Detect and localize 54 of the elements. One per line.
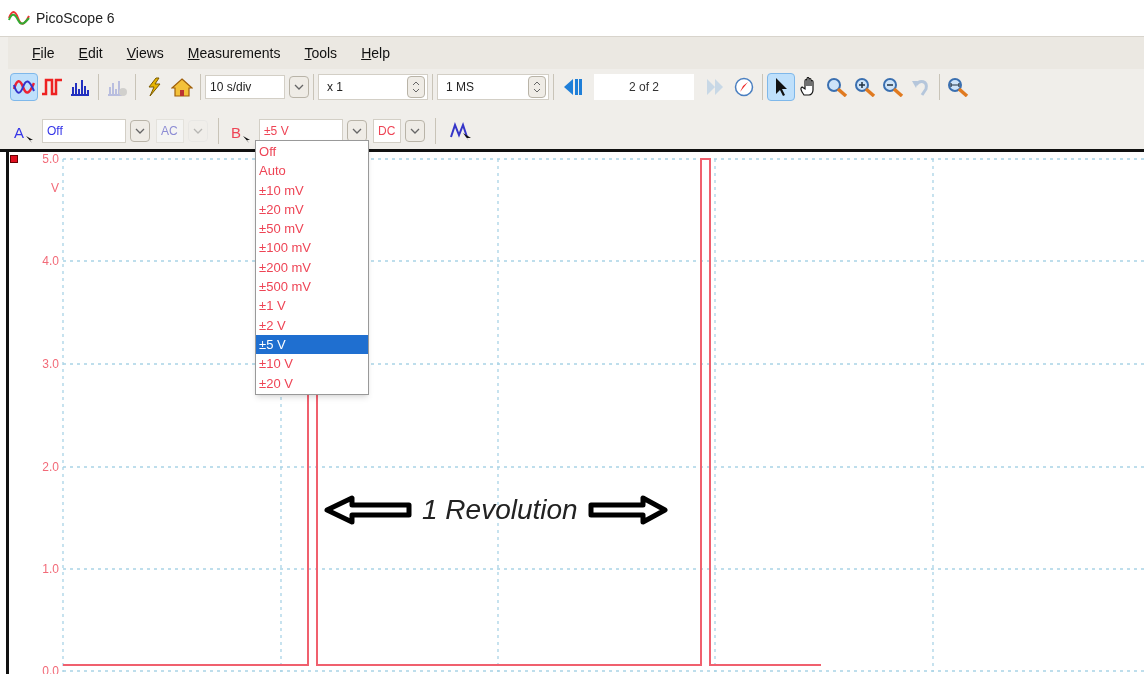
channel-button[interactable]: B (229, 118, 254, 144)
select-field[interactable]: ±5 V (259, 119, 344, 143)
axis-label: 4.0 (41, 254, 59, 268)
dropdown-option[interactable]: ±20 V (256, 373, 369, 393)
dropdown-option[interactable]: ±200 mV (256, 257, 369, 278)
select-field[interactable]: DC (373, 119, 402, 143)
select-field[interactable]: 10 s/div (205, 75, 285, 99)
magnifier-icon (826, 77, 848, 97)
compass-icon (733, 77, 755, 97)
menu-item[interactable]: Edit (78, 42, 103, 64)
menu-item[interactable]: Measurements (187, 42, 281, 64)
app-logo-icon (8, 10, 30, 26)
spin-field[interactable]: x 1 (318, 74, 428, 100)
dropdown-button[interactable] (347, 120, 368, 142)
spin-arrows-icon (412, 80, 420, 94)
dropdown-option[interactable]: ±10 V (256, 354, 369, 374)
left-arrow-icon (324, 495, 412, 525)
menu-item[interactable]: File (32, 42, 55, 64)
toolbar-button[interactable] (767, 73, 795, 101)
dropdown-option[interactable]: ±2 V (256, 315, 369, 335)
dropdown-option[interactable]: ±100 mV (256, 238, 369, 258)
dropdown-option[interactable]: Auto (256, 161, 369, 181)
sine-wave-icon (13, 77, 35, 97)
dropdown-option[interactable]: ±5 V (256, 334, 369, 355)
axis-unit: V (50, 180, 59, 197)
menu-item[interactable]: Help (361, 42, 390, 64)
bar-chart-icon (69, 77, 91, 97)
select-field[interactable]: Off (42, 119, 126, 143)
axis-label: 1.0 (41, 562, 59, 576)
window-title: PicoScope 6 (36, 8, 115, 28)
axis-label: 3.0 (41, 357, 59, 371)
dropdown-option[interactable]: ±500 mV (256, 277, 369, 297)
dropdown-option[interactable]: Off (256, 142, 369, 162)
toolbar-button[interactable] (10, 73, 38, 101)
channel-marker-icon (10, 155, 18, 163)
spin-arrows-icon (533, 80, 541, 94)
right-arrow-icon (587, 495, 668, 525)
home-icon (171, 77, 193, 97)
axis-label: 5.0 (41, 152, 59, 166)
dropdown-option[interactable]: ±1 V (256, 296, 369, 316)
dropdown-option[interactable]: ±50 mV (256, 219, 369, 239)
zoom-in-icon (854, 77, 876, 97)
dropdown-option[interactable]: ±20 mV (256, 199, 369, 220)
dropdown-option[interactable]: ±10 mV (256, 180, 369, 200)
annotation-text: 1 Revolution (422, 493, 578, 527)
menu-item[interactable]: Tools (304, 42, 338, 64)
buffer-field[interactable]: 2 of 2 (594, 74, 694, 100)
menu-item[interactable]: Views (126, 42, 164, 64)
channel-button[interactable]: A (12, 118, 36, 144)
square-wave-icon (41, 77, 63, 97)
magnifier-icon (947, 77, 969, 97)
axis-label: 2.0 (41, 460, 59, 474)
zoom-out-icon (882, 77, 904, 97)
spin-field[interactable]: 1 MS (437, 74, 549, 100)
